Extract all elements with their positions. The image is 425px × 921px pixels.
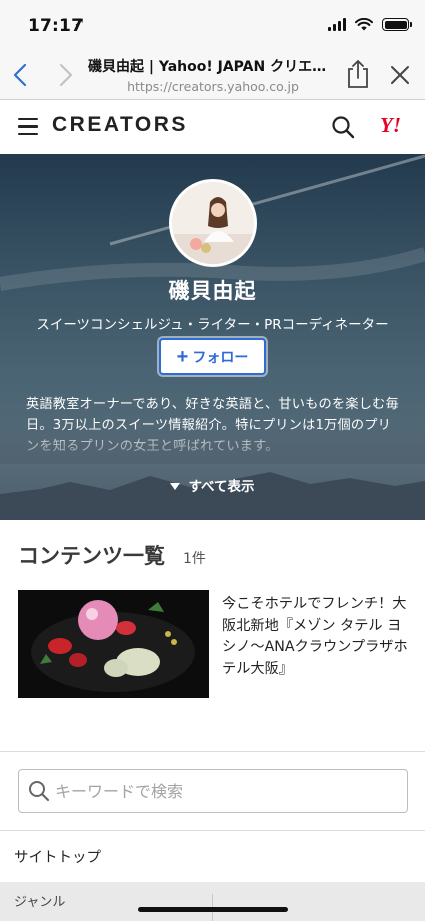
wifi-icon: [355, 18, 373, 31]
follow-label: フォロー: [192, 348, 249, 365]
address-area[interactable]: 磯貝由起 | Yahoo! JAPAN クリエイターズ https://crea…: [88, 56, 338, 94]
plus-icon: +: [176, 345, 189, 368]
home-indicator[interactable]: [138, 907, 288, 912]
profile-hero: 磯貝由起 スイーツコンシェルジュ・ライター・PRコーディネーター + フォロー …: [0, 154, 425, 520]
hamburger-menu-icon[interactable]: [18, 118, 38, 136]
keyword-search-input[interactable]: [55, 770, 395, 812]
follow-button[interactable]: + フォロー: [159, 338, 266, 375]
browser-toolbar: 磯貝由起 | Yahoo! JAPAN クリエイターズ https://crea…: [0, 50, 425, 100]
genre-section: ジャンル: [0, 882, 425, 921]
page-title: 磯貝由起 | Yahoo! JAPAN クリエイターズ: [88, 59, 338, 75]
article-title[interactable]: 今こそホテルでフレンチ！大阪北新地『メゾン タテル ヨシノ〜ANAクラウンプラザ…: [222, 594, 412, 680]
creators-logo[interactable]: CREATORS: [52, 113, 188, 137]
contents-count: 1件: [183, 551, 206, 567]
yahoo-logo[interactable]: Y!: [380, 113, 401, 138]
share-icon[interactable]: [344, 58, 372, 90]
site-header: CREATORS Y!: [0, 100, 425, 154]
location-icon: ➚: [74, 15, 85, 30]
article-card[interactable]: 今こそホテルでフレンチ！大阪北新地『メゾン タテル ヨシノ〜ANAクラウンプラザ…: [18, 590, 408, 700]
show-all-button[interactable]: すべて表示: [0, 475, 425, 495]
status-bar: 17:17 ➚: [0, 0, 425, 50]
triangle-down-icon: [170, 483, 181, 490]
divider: [0, 830, 425, 831]
article-thumbnail[interactable]: [18, 590, 209, 698]
profile-role: スイーツコンシェルジュ・ライター・PRコーディネーター: [36, 317, 389, 333]
profile-name: 磯貝由起: [168, 279, 257, 303]
search-box[interactable]: [18, 769, 408, 813]
search-icon: [29, 781, 50, 802]
close-icon[interactable]: [388, 63, 412, 87]
signal-icon: [328, 18, 346, 31]
search-icon[interactable]: [331, 115, 355, 139]
page-url: https://creators.yahoo.co.jp: [127, 79, 299, 94]
avatar: [169, 179, 257, 267]
back-icon[interactable]: [10, 62, 32, 88]
show-all-label: すべて表示: [188, 479, 255, 495]
forward-icon[interactable]: [54, 62, 76, 88]
battery-icon: [382, 18, 412, 31]
contents-heading: コンテンツ一覧: [18, 544, 165, 568]
status-icons: [328, 18, 412, 31]
genre-label: ジャンル: [14, 895, 66, 910]
bio-fade: [0, 424, 425, 464]
divider: [0, 751, 425, 752]
site-top-link[interactable]: サイトトップ: [14, 846, 101, 867]
